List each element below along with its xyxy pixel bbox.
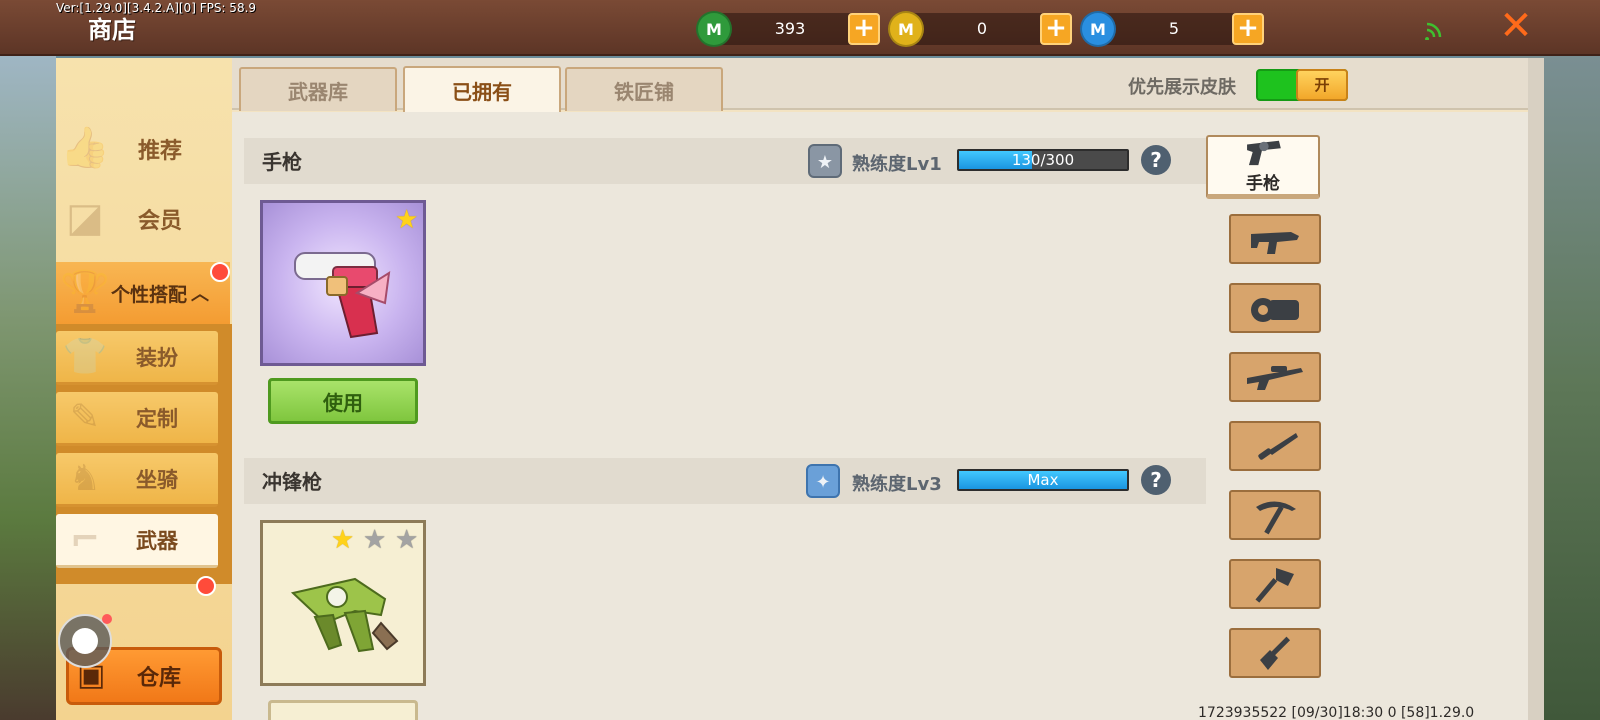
skin-priority-toggle[interactable]: 开 xyxy=(1256,69,1348,101)
build-info: 1723935522 [09/30]18:30 0 [58]1.29.0 xyxy=(1198,705,1475,720)
star-icon: ★ xyxy=(331,525,355,555)
notification-dot xyxy=(102,614,112,624)
currency-green-gem: M 393 + xyxy=(696,11,880,47)
sidebar-item-weapon[interactable]: ⌐ 武器 xyxy=(56,514,218,568)
use-button-partial[interactable] xyxy=(268,700,418,720)
warehouse-label: 仓库 xyxy=(136,666,181,691)
proficiency-badge-icon: ✦ xyxy=(806,464,840,498)
sniper-rifle-icon xyxy=(1247,366,1303,390)
help-button[interactable]: ? xyxy=(1141,145,1171,175)
currency-amount: 393 xyxy=(774,19,806,38)
category-label: 手枪 xyxy=(1246,174,1280,194)
shovel-icon xyxy=(1260,636,1291,670)
sidebar-item-mount[interactable]: ♞ 坐骑 xyxy=(56,453,218,507)
category-pistol[interactable]: 手枪 xyxy=(1206,135,1320,199)
sidebar-item-label: 推荐 xyxy=(137,139,182,164)
help-button[interactable]: ? xyxy=(1141,465,1171,495)
revolver-icon: ⌐ xyxy=(69,519,101,560)
game-world-left xyxy=(0,56,56,720)
star-icon: ★ xyxy=(363,525,387,555)
category-smg[interactable] xyxy=(1229,214,1321,264)
blue-coin-icon: M xyxy=(1080,11,1116,47)
sidebar-item-label: 会员 xyxy=(137,209,182,234)
trophy-icon: 🏆 xyxy=(60,269,110,315)
add-gold-coin-button[interactable]: + xyxy=(1040,13,1072,45)
close-button[interactable]: ✕ xyxy=(1496,6,1536,46)
currency-amount: 0 xyxy=(976,19,988,38)
proficiency-progress-bar: Max xyxy=(957,469,1129,491)
notification-dot xyxy=(210,262,230,282)
skin-toggle-label: 优先展示皮肤 xyxy=(1128,77,1236,98)
section-title: 冲锋枪 xyxy=(262,470,322,494)
close-icon: ✕ xyxy=(1499,3,1533,49)
add-blue-coin-button[interactable]: + xyxy=(1232,13,1264,45)
sidebar-item-label: 装扮 xyxy=(136,345,178,370)
dagger-icon xyxy=(1258,433,1298,460)
notification-dot xyxy=(196,576,216,596)
gold-coin-icon: M xyxy=(888,11,924,47)
progress-text: Max xyxy=(1027,471,1059,489)
weapon-card-smg[interactable]: ★ ★ ★ xyxy=(260,520,426,686)
proficiency-progress-bar: 130/300 xyxy=(957,149,1129,171)
green-gem-icon: M xyxy=(696,11,732,47)
sidebar-item-label: 定制 xyxy=(136,406,178,431)
proficiency-badge-icon: ★ xyxy=(808,144,842,178)
member-icon: ◪ xyxy=(66,195,104,241)
sidebar-item-recommend[interactable]: 👍 推荐 xyxy=(56,118,230,180)
sidebar-item-label: 坐骑 xyxy=(136,467,178,492)
pink-pistol-icon xyxy=(294,252,391,339)
proficiency-label: 熟练度Lv3 xyxy=(852,474,942,495)
sidebar-item-member[interactable]: ◪ 会员 xyxy=(56,188,230,250)
green-smg-icon xyxy=(290,577,399,653)
pencil-icon: ✎ xyxy=(69,397,101,438)
category-sniper[interactable] xyxy=(1229,352,1321,402)
revolver-icon xyxy=(1247,140,1281,166)
signal-icon xyxy=(1424,18,1446,41)
category-dagger[interactable] xyxy=(1229,421,1321,471)
tab-owned[interactable]: 已拥有 xyxy=(403,66,561,112)
sidebar-item-custom[interactable]: ✎ 定制 xyxy=(56,392,218,446)
category-gatling[interactable] xyxy=(1229,283,1321,333)
star-icon: ★ xyxy=(395,525,419,555)
panel-edge xyxy=(1528,58,1544,720)
currency-blue-coin: M 5 + xyxy=(1080,11,1264,47)
mount-icon: ♞ xyxy=(68,458,102,499)
weapon-card-pistol[interactable]: ★ xyxy=(260,200,426,366)
shirt-icon: 👕 xyxy=(62,336,108,377)
sidebar-item-label: 武器 xyxy=(136,528,178,553)
sidebar-item-dressup[interactable]: 👕 装扮 xyxy=(56,331,218,385)
thumbs-up-icon: 👍 xyxy=(60,125,110,171)
debug-info: Ver:[1.29.0][3.4.2.A][0] FPS: 58.9 xyxy=(56,1,257,15)
toggle-knob: 开 xyxy=(1296,69,1348,101)
category-axe[interactable] xyxy=(1229,559,1321,609)
tab-armory[interactable]: 武器库 xyxy=(239,67,397,111)
shop-title: 商店 xyxy=(88,16,136,44)
tab-blacksmith[interactable]: 铁匠铺 xyxy=(565,67,723,111)
use-button[interactable]: 使用 xyxy=(268,378,418,424)
progress-text: 130/300 xyxy=(1011,151,1075,169)
axe-icon xyxy=(1255,568,1294,603)
submachine-gun-icon xyxy=(1251,232,1299,254)
pickaxe-icon xyxy=(1256,501,1296,535)
section-title: 手枪 xyxy=(262,150,302,174)
owned-weapons-list xyxy=(232,112,1528,720)
sidebar-item-label: 个性搭配 xyxy=(110,283,187,306)
category-shovel[interactable] xyxy=(1229,628,1321,678)
star-icon: ★ xyxy=(395,205,419,235)
currency-amount: 5 xyxy=(1168,19,1180,38)
currency-gold-coin: M 0 + xyxy=(888,11,1072,47)
gatling-gun-icon xyxy=(1251,298,1299,322)
sidebar-item-personal-style[interactable]: 🏆 个性搭配 ︿ xyxy=(56,262,230,324)
add-green-gem-button[interactable]: + xyxy=(848,13,880,45)
chevron-up-icon: ︿ xyxy=(191,284,209,305)
category-pickaxe[interactable] xyxy=(1229,490,1321,540)
proficiency-label: 熟练度Lv1 xyxy=(852,154,942,175)
